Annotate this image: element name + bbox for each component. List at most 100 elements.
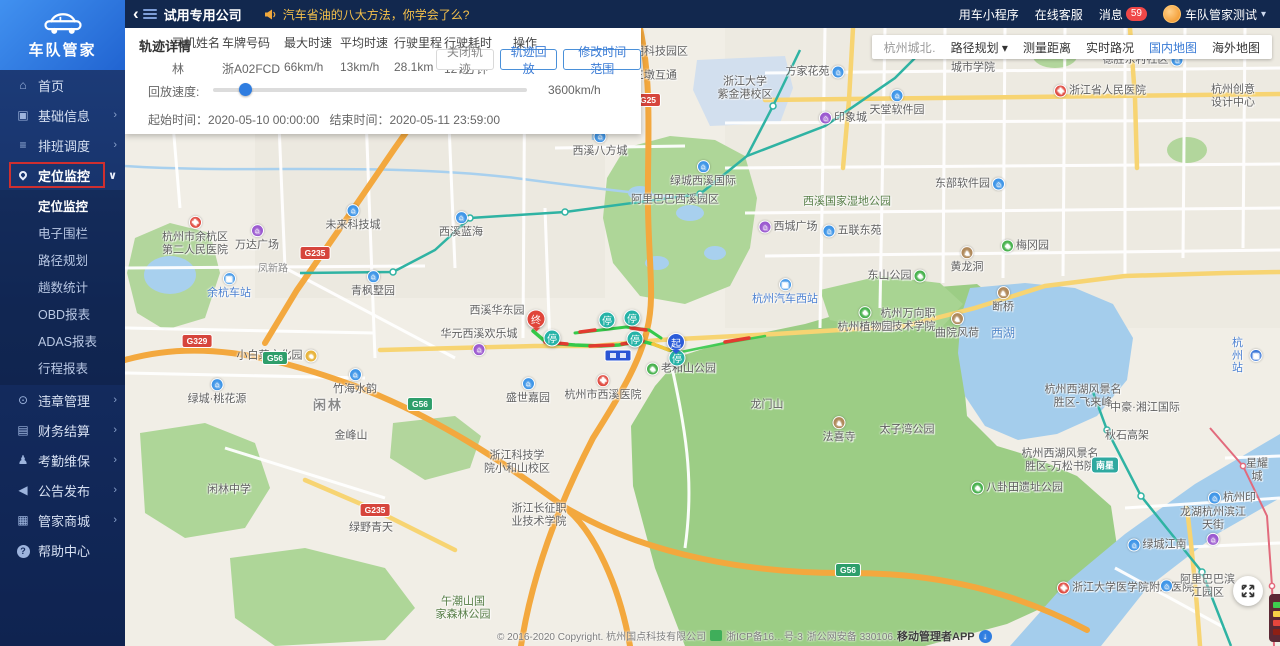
finance-icon: ▤ [14,423,32,437]
sidebar-item-finance[interactable]: ▤ 财务结算 › [0,415,125,445]
submenu-item-trip-stats[interactable]: 趟数统计 [0,273,125,300]
license-badge-icon [710,630,722,641]
map-toolbar: 杭州城北… 路径规划 ▾ 测量距离实时路况国内地图海外地图 [872,35,1272,59]
info-icon: ▣ [14,108,32,122]
sidebar-item-scheduling[interactable]: ≡ 排班调度 › [0,130,125,160]
sidebar-item-home[interactable]: ⌂ 首页 [0,70,125,100]
online-service-link[interactable]: 在线客服 [1035,6,1083,23]
submenu-item-obd-report[interactable]: OBD报表 [0,300,125,327]
sidebar-item-label: 定位监控 [38,166,90,185]
download-icon: ↓ [979,630,992,643]
home-icon: ⌂ [14,78,32,92]
map-toolbar-item[interactable]: 海外地图 [1212,39,1260,56]
announcement: 汽车省油的八大方法，你学会了么? [264,6,470,23]
operation-buttons: 关闭轨迹轨迹回放修改时间范围 [436,49,641,70]
chevron-right-icon: › [113,394,117,406]
company-name[interactable]: 试用专用公司 [164,5,242,24]
sidebar-item-location-monitor[interactable]: 定位监控 ∨ [0,160,125,190]
fullscreen-icon [1241,584,1255,598]
traffic-legend-widget[interactable] [1269,594,1280,642]
app-promo-text: 移动管理者APP [897,628,975,644]
submenu-item-route-planning[interactable]: 路径规划 [0,246,125,273]
sidebar-item-help[interactable]: ? 帮助中心 [0,535,125,565]
column-header: 最大时速 [284,34,340,51]
track-stat-column: 司机姓名 林 [172,34,222,77]
operation-button[interactable]: 轨迹回放 [500,49,558,70]
end-time-label: 结束时间： [329,113,389,127]
start-time-value: 2020-05-10 00:00:00 [208,113,319,127]
car-logo-icon [42,10,84,36]
column-value: 13km/h [340,60,394,74]
violation-icon: ⊙ [14,393,32,407]
map-toolbar-item[interactable]: 国内地图 [1149,39,1197,56]
column-value: 林 [172,60,222,77]
account-name: 车队管家测试 [1185,6,1257,23]
sidebar-item-label: 基础信息 [38,106,90,125]
map-canvas[interactable]: 西湖科技园区 三墩互通 浙江大学 紫金港校区 ⌂ 方家花苑 ⌂ 印象城 ⌂ 天堂… [125,28,1280,646]
icp-text: 浙ICP备16…号-3 [726,628,803,643]
submenu-item-geofence[interactable]: 电子围栏 [0,219,125,246]
sidebar-item-label: 首页 [38,76,64,95]
track-marker[interactable]: 终 [527,310,546,329]
track-marker[interactable]: 停 [599,312,616,329]
start-time-label: 起始时间： [148,113,208,127]
map-toolbar-item[interactable]: 路径规划 ▾ [951,39,1008,56]
submenu-item-location-monitor[interactable]: 定位监控 [0,192,125,219]
copyright-text: © 2016-2020 Copyright. 杭州国点科技有限公司 [497,628,706,643]
mobile-app-promo[interactable]: 移动管理者APP ↓ [897,628,992,644]
avatar [1163,5,1181,23]
column-header: 平均时速 [340,34,394,51]
track-marker[interactable]: 停 [624,310,641,327]
sidebar-item-attendance[interactable]: ♟ 考勤维保 › [0,445,125,475]
announcement-text: 汽车省油的八大方法，你学会了么? [283,6,470,23]
playback-speed-slider[interactable] [213,81,527,97]
sidebar-item-label: 违章管理 [38,391,90,410]
column-header: 司机姓名 [172,34,222,51]
sidebar-item-basic-info[interactable]: ▣ 基础信息 › [0,100,125,130]
mini-program-link[interactable]: 用车小程序 [959,6,1019,23]
chevron-right-icon: › [113,514,117,526]
slider-track[interactable] [213,88,527,92]
sidebar-item-announcement[interactable]: ◀ 公告发布 › [0,475,125,505]
slider-thumb[interactable] [239,83,252,96]
submenu-item-adas-report[interactable]: ADAS报表 [0,327,125,354]
track-detail-panel: 轨迹详情 司机姓名 林 车牌号码 浙A02FCD 最大时速 66km/h 平均时… [125,28,641,134]
submenu-item-trip-report[interactable]: 行程报表 [0,354,125,381]
sidebar-item-label: 排班调度 [38,136,90,155]
app-logo: 车队管家 [0,0,125,70]
chevron-down-icon: ∨ [108,169,117,182]
location-pin-icon [14,168,32,182]
sidebar-item-mall[interactable]: ▦ 管家商城 › [0,505,125,535]
map-toolbar-item[interactable]: 实时路况 [1086,39,1134,56]
time-range: 起始时间：2020-05-10 00:00:00 结束时间：2020-05-11… [148,111,500,128]
track-stat-column: 平均时速 13km/h [340,34,394,77]
operation-button[interactable]: 修改时间范围 [563,49,641,70]
column-value: 66km/h [284,60,340,74]
sidebar-item-label: 考勤维保 [38,451,90,470]
attendance-icon: ♟ [14,453,32,467]
sidebar-item-label: 公告发布 [38,481,90,500]
messages-link[interactable]: 消息 59 [1099,6,1147,23]
fullscreen-button[interactable] [1233,576,1263,606]
sidebar-item-violation[interactable]: ⊙ 违章管理 › [0,385,125,415]
playback-speed-value: 3600km/h [548,83,601,97]
message-count-badge: 59 [1126,7,1147,21]
track-marker[interactable]: 起 [667,333,685,351]
speaker-icon [264,9,277,20]
account-menu[interactable]: 车队管家测试 ▾ [1163,5,1266,23]
menu-list-icon[interactable] [143,9,157,19]
sidebar-item-label: 帮助中心 [38,541,90,560]
chevron-right-icon: › [113,139,117,151]
map-toolbar-item[interactable]: 杭州城北… [884,39,936,56]
fleet-app-window: 车队管家 ⌂ 首页 ▣ 基础信息 › ≡ 排班调度 › 定位监控 ∨ 定位监控 … [0,0,1280,646]
chevron-right-icon: › [113,109,117,121]
sidebar: 车队管家 ⌂ 首页 ▣ 基础信息 › ≡ 排班调度 › 定位监控 ∨ 定位监控 … [0,0,125,646]
sidebar-item-label: 管家商城 [38,511,90,530]
playback-speed-label: 回放速度: [148,83,199,100]
operation-button[interactable]: 关闭轨迹 [436,49,494,70]
track-marker[interactable]: 停 [544,330,561,347]
back-icon[interactable]: ‹ [133,1,139,27]
track-marker[interactable]: 停 [627,331,644,348]
map-toolbar-item[interactable]: 测量距离 [1023,39,1071,56]
sidebar-item-label: 财务结算 [38,421,90,440]
